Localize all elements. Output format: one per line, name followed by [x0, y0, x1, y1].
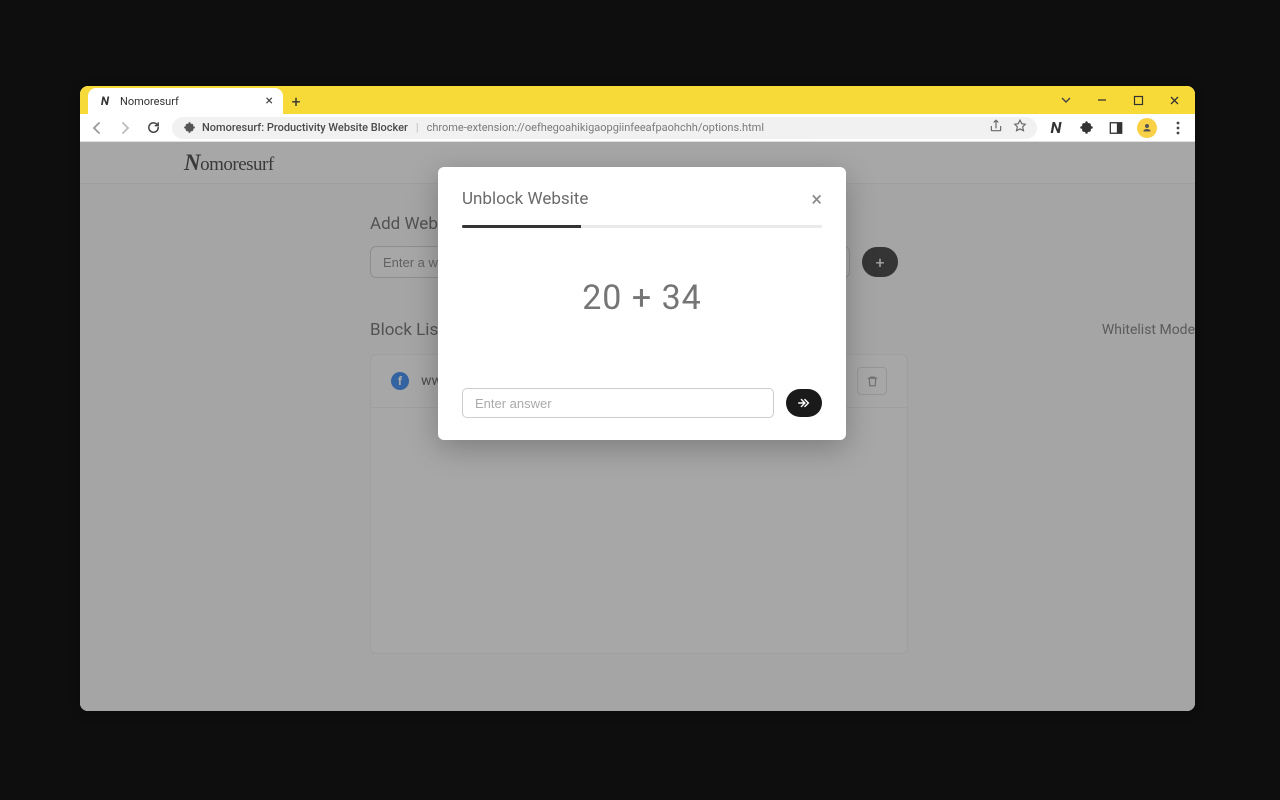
maximize-button[interactable] [1129, 91, 1147, 109]
modal-title: Unblock Website [462, 189, 588, 209]
tab-title: Nomoresurf [120, 95, 258, 108]
extension-icon [182, 121, 196, 135]
unblock-modal: Unblock Website × 20 + 34 [438, 167, 846, 440]
omnibox-title: Nomoresurf: Productivity Website Blocker [202, 121, 408, 134]
tab-favicon: N [98, 94, 112, 108]
back-button[interactable] [88, 119, 106, 137]
progress-bar [462, 225, 822, 228]
sidepanel-icon[interactable] [1107, 119, 1125, 137]
new-tab-button[interactable]: + [283, 88, 309, 114]
window-controls [1057, 86, 1189, 114]
menu-icon[interactable] [1169, 119, 1187, 137]
reload-button[interactable] [144, 119, 162, 137]
profile-avatar[interactable] [1137, 118, 1157, 138]
progress-fill [462, 225, 581, 228]
close-icon[interactable]: × [811, 189, 822, 209]
omnibox-url: chrome-extension://oefhegoahikigaopgiinf… [427, 121, 764, 134]
bookmark-icon[interactable] [1013, 119, 1027, 136]
browser-toolbar: Nomoresurf: Productivity Website Blocker… [80, 114, 1195, 142]
answer-input[interactable] [462, 388, 774, 418]
nomoresurf-extension-icon[interactable]: N [1047, 119, 1065, 137]
tab-close-icon[interactable]: × [266, 94, 273, 108]
close-window-button[interactable] [1165, 91, 1183, 109]
share-icon[interactable] [989, 119, 1003, 136]
browser-tab[interactable]: N Nomoresurf × [88, 88, 283, 114]
toolbar-right: N [1047, 118, 1187, 138]
extensions-icon[interactable] [1077, 119, 1095, 137]
tabs-dropdown-icon[interactable] [1057, 91, 1075, 109]
forward-button[interactable] [116, 119, 134, 137]
address-bar[interactable]: Nomoresurf: Productivity Website Blocker… [172, 117, 1037, 139]
submit-button[interactable] [786, 389, 822, 417]
browser-window: N Nomoresurf × + [80, 86, 1195, 711]
tab-strip: N Nomoresurf × + [80, 86, 1195, 114]
minimize-button[interactable] [1093, 91, 1111, 109]
page-content: Nomoresurf Add Website + Block List Whit… [80, 142, 1195, 711]
math-challenge: 20 + 34 [462, 278, 822, 318]
